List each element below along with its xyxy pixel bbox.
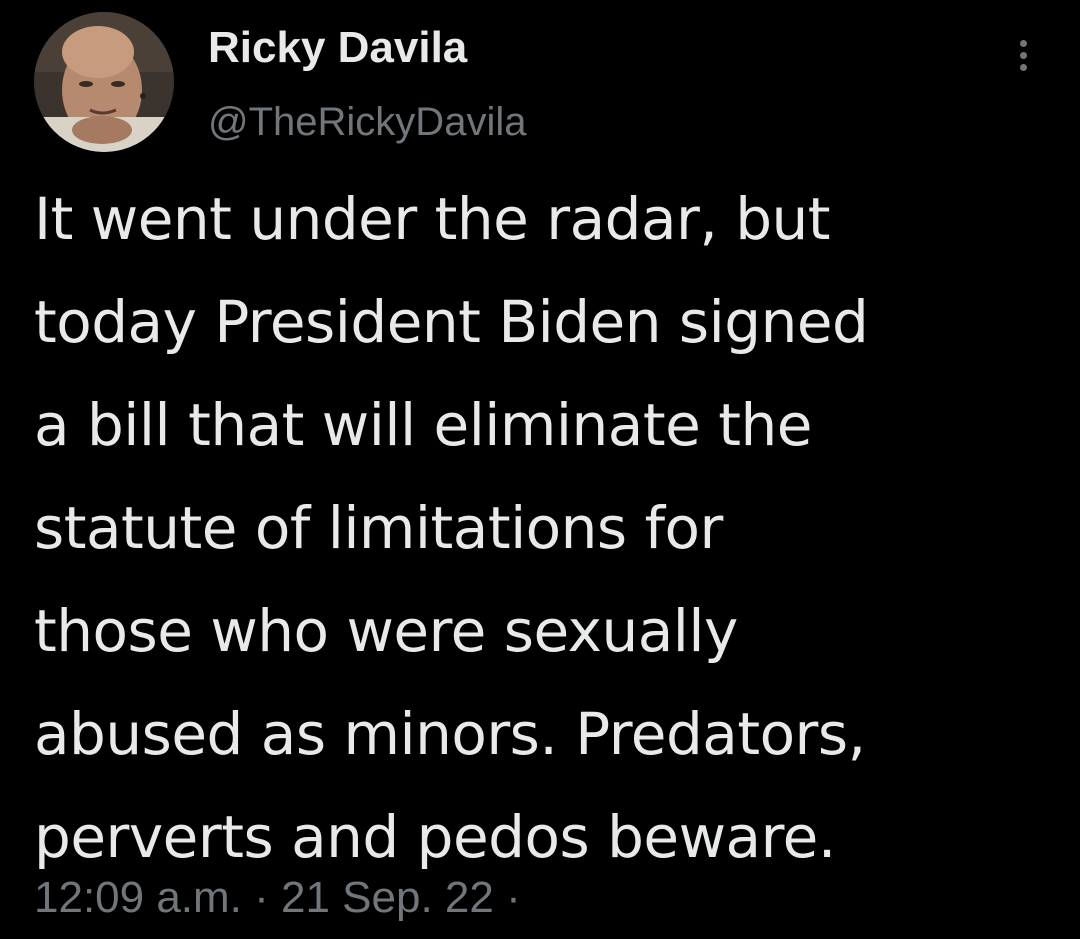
more-vertical-icon xyxy=(1020,40,1027,47)
tweet-text-line: those who were sexually xyxy=(34,597,738,665)
tweet-text: It went under the radar, but today Presi… xyxy=(34,168,1064,889)
tweet-text-line: abused as minors. Predators, xyxy=(34,700,866,768)
tweet-text-line: a bill that will eliminate the xyxy=(34,391,812,459)
tweet-timestamp[interactable]: 12:09 a.m. · 21 Sep. 22 · xyxy=(34,868,521,928)
tweet-text-line: It went under the radar, but xyxy=(34,185,831,253)
avatar[interactable] xyxy=(34,12,174,152)
tweet: Ricky Davila @TheRickyDavila It went und… xyxy=(0,0,1080,939)
avatar-photo xyxy=(34,12,174,152)
author-display-name[interactable]: Ricky Davila xyxy=(208,22,467,74)
more-options-button[interactable] xyxy=(1008,36,1044,76)
more-vertical-icon xyxy=(1020,52,1027,59)
tweet-text-line: today President Biden signed xyxy=(34,288,869,356)
tweet-text-line: statute of limitations for xyxy=(34,494,723,562)
more-vertical-icon xyxy=(1020,64,1027,71)
author-handle[interactable]: @TheRickyDavila xyxy=(208,97,526,147)
